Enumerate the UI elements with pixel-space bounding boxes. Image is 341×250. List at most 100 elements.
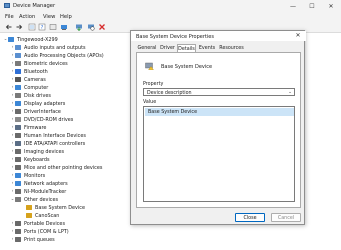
tree-child-item[interactable]: Base System Device [21,204,85,211]
tree-item-label: Display adapters [24,100,66,107]
audio-icon [15,45,21,50]
tree-child-item[interactable]: CanoScan [21,212,59,219]
tab-resources[interactable]: Resources [218,44,245,52]
minimize-button[interactable]: — [285,0,301,12]
property-dropdown-value: Device description [147,90,192,96]
port-icon [15,229,21,234]
device-icon [15,109,21,114]
tree-item[interactable]: › IDE ATA/ATAPI controllers [10,140,86,147]
tree-item-label: Disk drives [24,92,51,99]
monitor-icon [15,173,21,178]
tree-item[interactable]: › NI-ModuleTracker [10,188,67,195]
forward-arrow-icon[interactable] [15,23,23,31]
menu-file[interactable]: File [5,14,14,20]
device-name: Base System Device [161,64,213,70]
tree-item[interactable]: › Biometric devices [10,60,68,67]
tree-item[interactable]: › Mice and other pointing devices [10,164,103,171]
tab-general[interactable]: General [137,44,157,52]
menu-action[interactable]: Action [19,14,35,20]
tree-root[interactable]: ⌄ Tingewood-X299 [3,36,58,43]
uninstall-icon[interactable] [98,23,106,31]
tree-item-label: Monitors [24,172,46,179]
property-dropdown[interactable]: Device description ⌄ [143,88,295,96]
title-bar: Device Manager — ☐ ✕ [0,0,341,12]
menu-bar: File Action View Help [0,12,341,21]
tree-item[interactable]: › Network adapters [10,180,68,187]
help-icon[interactable]: ? [38,23,46,31]
tree-item-label: Audio inputs and outputs [24,44,86,51]
warning-device-icon [26,213,32,218]
window-title: Device Manager [13,3,56,9]
value-list-item-text: Base System Device [148,109,198,115]
tree-item-label: Audio Processing Objects (APOs) [24,52,104,59]
tree-item[interactable]: › Portable Devices [10,220,65,227]
tree-item-label: Base System Device [35,204,85,211]
tree-item[interactable]: › Audio Processing Objects (APOs) [10,52,104,59]
close-button[interactable]: Close [235,213,265,222]
chevron-down-icon: ⌄ [288,90,292,95]
tree-item-label: Computer [24,84,49,91]
tree-item-label: DVD/CD-ROM drives [24,116,74,123]
tree-item[interactable]: › Audio inputs and outputs [10,44,86,51]
display-icon [15,101,21,106]
tree-item-label: Keyboards [24,156,50,163]
properties-dialog: Base System Device Properties ✕ General … [130,30,306,225]
tree-item[interactable]: › DVD/CD-ROM drives [10,116,74,123]
tree-item-label: Cameras [24,76,46,83]
bluetooth-icon [15,69,21,74]
tree-item[interactable]: › Cameras [10,76,46,83]
tree-item[interactable]: › Disk drives [10,92,51,99]
audio-icon [15,53,21,58]
tree-item-label: Mice and other pointing devices [24,164,103,171]
details-panel: Base System Device Property Device descr… [136,52,301,208]
tree-item[interactable]: › Human Interface Devices [10,132,86,139]
menu-help[interactable]: Help [60,14,72,20]
tree-item[interactable]: › Print queues [10,236,55,243]
computer-icon [8,37,14,42]
dialog-title: Base System Device Properties [136,34,214,40]
scan-hardware-icon[interactable] [60,23,68,31]
tree-item[interactable]: › Bluetooth [10,68,48,75]
dialog-tabs: General Driver Details Events Resources [135,44,301,52]
tree-item-label: Other devices [24,196,59,203]
biometric-icon [15,61,21,66]
value-list-item[interactable]: Base System Device [145,108,294,116]
show-hidden-icon[interactable] [49,23,57,31]
svg-text:?: ? [41,25,44,31]
tree-item[interactable]: ⌄ Other devices [10,196,58,203]
tree-item[interactable]: › Ports (COM & LPT) [10,228,69,235]
value-list[interactable]: Base System Device [143,106,295,202]
network-icon [15,181,21,186]
tree-item[interactable]: › Monitors [10,172,46,179]
tab-driver[interactable]: Driver [159,44,176,52]
tree-item[interactable]: › Display adapters [10,100,66,107]
dialog-close-icon[interactable]: ✕ [293,32,303,40]
tree-item-label: Network adapters [24,180,68,187]
tree-item[interactable]: › Firmware [10,124,47,131]
mouse-icon [15,165,21,170]
imaging-icon [15,149,21,154]
ide-icon [15,141,21,146]
tree-item-label: NI-ModuleTracker [24,188,67,195]
properties-icon[interactable] [28,23,36,31]
tree-item[interactable]: › DriverInterface [10,108,61,115]
tree-item[interactable]: › Keyboards [10,156,50,163]
tab-events[interactable]: Events [198,44,216,52]
close-window-button[interactable]: ✕ [323,0,339,12]
tree-item[interactable]: › Imaging devices [10,148,64,155]
tree-root-label: Tingewood-X299 [17,36,58,43]
disable-device-icon[interactable] [87,23,95,31]
tree-item-label: Portable Devices [24,220,65,227]
printer-icon [15,237,21,242]
back-arrow-icon[interactable] [5,23,13,31]
portable-icon [15,221,21,226]
device-warning-icon [145,62,154,70]
tree-item[interactable]: › Computer [10,84,49,91]
maximize-button[interactable]: ☐ [304,0,320,12]
device-manager-icon [4,3,10,8]
cancel-button[interactable]: Cancel [271,213,301,222]
update-driver-icon[interactable] [75,23,83,31]
tab-details[interactable]: Details [177,44,196,52]
other-devices-icon [15,197,21,202]
menu-view[interactable]: View [43,14,55,20]
